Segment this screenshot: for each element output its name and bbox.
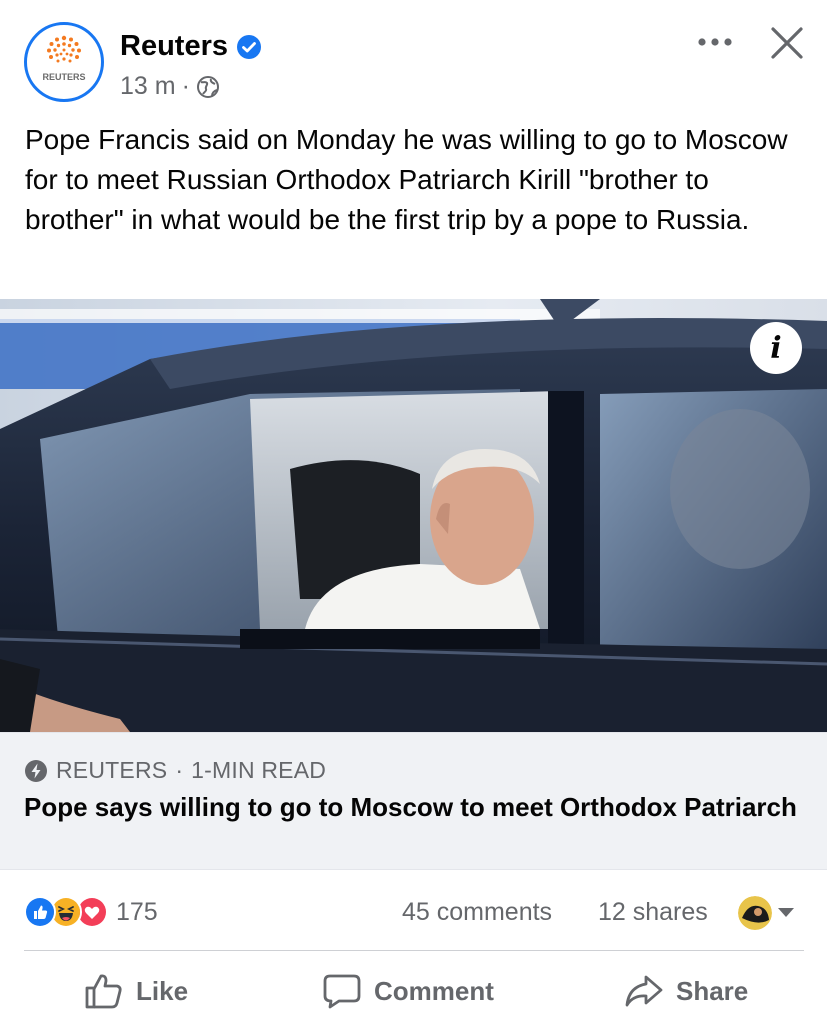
actions-divider	[24, 950, 804, 951]
close-icon	[771, 27, 803, 59]
share-label: Share	[676, 975, 749, 1006]
info-button[interactable]: i	[750, 322, 802, 374]
share-arrow-icon	[625, 975, 663, 1007]
link-title[interactable]: Pope says willing to go to Moscow to mee…	[24, 792, 804, 823]
like-reaction-icon	[24, 896, 56, 928]
more-dots-icon	[698, 38, 732, 46]
post-meta: 13 m ·	[120, 72, 220, 101]
link-source-row: REUTERS · 1-MIN READ	[24, 757, 326, 784]
meta-separator: ·	[181, 72, 190, 100]
thumbs-up-icon	[85, 974, 122, 1009]
comment-label: Comment	[374, 975, 494, 1006]
svg-text:REUTERS: REUTERS	[42, 72, 85, 82]
like-button[interactable]: Like	[84, 972, 188, 1010]
shares-count[interactable]: 12 shares	[598, 898, 708, 927]
post-actions: Like Comment Share	[0, 960, 827, 1010]
comment-button[interactable]: Comment	[322, 972, 494, 1010]
post-header: REUTERS Reuters 13 m ·	[0, 0, 827, 118]
post-text: Pope Francis said on Monday he was willi…	[25, 124, 788, 235]
engagement-stats: 175 45 comments 12 shares	[0, 884, 827, 940]
audience-caret-icon[interactable]	[778, 908, 794, 917]
author-name[interactable]: Reuters	[120, 30, 228, 63]
reactions-count: 175	[116, 897, 158, 926]
link-source: REUTERS	[56, 757, 168, 783]
reuters-logo-icon: REUTERS	[42, 35, 86, 82]
instant-article-bolt-icon	[24, 759, 48, 783]
link-separator: ·	[175, 757, 184, 783]
info-icon: i	[770, 330, 782, 366]
comments-count[interactable]: 45 comments	[402, 898, 552, 927]
author-name-row: Reuters	[120, 30, 262, 63]
link-read-time: 1-MIN READ	[191, 757, 327, 783]
post-photo[interactable]	[0, 299, 827, 732]
globe-icon	[196, 75, 220, 99]
photo-image	[0, 299, 827, 732]
comment-bubble-icon	[323, 974, 361, 1009]
link-preview-card[interactable]: REUTERS · 1-MIN READ Pope says willing t…	[0, 732, 827, 870]
reactions-summary[interactable]: 175	[24, 896, 158, 928]
close-button[interactable]	[764, 20, 810, 66]
author-avatar[interactable]: REUTERS	[24, 22, 104, 102]
post-timestamp[interactable]: 13 m	[120, 72, 176, 101]
like-label: Like	[136, 975, 189, 1006]
share-button[interactable]: Share	[624, 972, 748, 1010]
verified-badge-icon	[236, 34, 262, 60]
more-options-button[interactable]	[690, 24, 740, 60]
viewer-avatar[interactable]	[738, 896, 772, 930]
